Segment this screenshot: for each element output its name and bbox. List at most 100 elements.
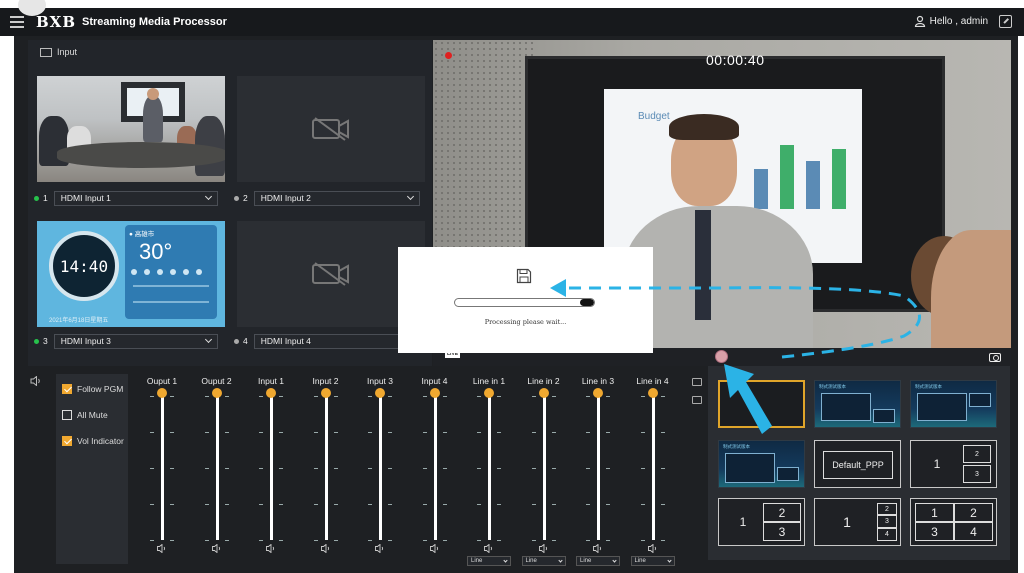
brand-logo: BXB [36, 13, 76, 31]
speaker-icon[interactable] [211, 544, 222, 553]
volume-slider-handle[interactable] [157, 388, 167, 398]
input-1-select[interactable]: HDMI Input 1 [53, 190, 218, 206]
save-icon [516, 268, 532, 284]
volume-slider-track[interactable] [215, 394, 219, 540]
fullscreen-icon[interactable] [999, 15, 1012, 28]
layout-preset-custom-3[interactable]: 制式测试版本 [718, 440, 805, 488]
volume-slider-handle[interactable] [266, 388, 276, 398]
audio-channel-6: Input 4 [410, 374, 460, 568]
snapshot-camera-icon[interactable] [989, 353, 1001, 362]
channel-label: Ouput 2 [201, 376, 232, 386]
vol-indicator-checkbox[interactable]: Vol Indicator [62, 436, 124, 446]
audio-channel-7: Line in 1 Line [464, 374, 514, 568]
line-source-select[interactable]: Line [467, 556, 511, 566]
hamburger-menu-icon[interactable] [10, 16, 24, 28]
volume-slider-handle[interactable] [538, 388, 549, 398]
input-1-preview[interactable] [37, 76, 225, 182]
channel-label: Line in 4 [636, 376, 669, 386]
input-panel-header: Input [40, 47, 77, 57]
layout-preset-custom-2[interactable]: 制式测试版本 [910, 380, 997, 428]
weather-card: ● 高雄市 30° [125, 225, 217, 319]
audio-channel-10: Line in 4 Line [628, 374, 678, 568]
line-source-select[interactable]: Line [521, 556, 566, 566]
speaker-icon[interactable] [593, 544, 603, 553]
speaker-icon[interactable] [375, 544, 385, 553]
volume-slider-track[interactable] [379, 394, 382, 540]
line-source-select[interactable]: Line [630, 556, 675, 566]
weather-temperature: 30° [139, 239, 173, 264]
chevron-down-icon [612, 557, 617, 563]
vol-indicator-label: Vol Indicator [77, 436, 124, 446]
input-2-preview[interactable] [237, 76, 425, 182]
user-greeting: Hello , admin [929, 15, 988, 27]
speaker-icon[interactable] [266, 544, 276, 553]
follow-pgm-checkbox[interactable]: Follow PGM [62, 384, 123, 394]
input-2-select[interactable]: HDMI Input 2 [253, 190, 420, 206]
layout-preset-default-ppp[interactable]: Default_PPP [814, 440, 901, 488]
input-4-preview[interactable] [237, 221, 425, 327]
layout-monitor-icon[interactable] [692, 396, 702, 404]
volume-slider-handle[interactable] [647, 388, 658, 398]
speaker-icon[interactable] [429, 544, 440, 553]
layout-preset-quad[interactable]: 1 2 3 4 [910, 498, 997, 546]
layout-preset-1-2-3-4[interactable]: 1 2 3 4 [814, 498, 901, 546]
input-2-row: 2 HDMI Input 2 [234, 190, 420, 206]
audio-channel-5: Input 3 [355, 374, 405, 568]
layout-screen-icon[interactable] [692, 378, 702, 386]
channel-label: Line in 1 [472, 376, 506, 386]
volume-slider-handle[interactable] [593, 388, 603, 398]
weather-scene-image: 14:40 ● 高雄市 30° 2021年6月18日星期五 [37, 221, 225, 327]
volume-slider-handle[interactable] [429, 388, 440, 398]
volume-slider-track[interactable] [488, 394, 491, 540]
volume-slider-track[interactable] [270, 394, 273, 540]
camera-off-icon [312, 262, 349, 286]
audio-channel-1: Ouput 1 [137, 374, 187, 568]
slide-title: Budget [638, 111, 670, 122]
channel-label: Input 1 [258, 376, 284, 386]
volume-slider-track[interactable] [651, 394, 655, 540]
input-1-index: 1 [43, 193, 48, 203]
speaker-icon[interactable] [538, 544, 549, 553]
layout-preset-selected[interactable] [718, 380, 805, 428]
volume-slider-track[interactable] [542, 394, 546, 540]
volume-slider-track[interactable] [433, 394, 437, 540]
layout-preset-custom-1[interactable]: 制式测试版本 [814, 380, 901, 428]
audio-channel-8: Line in 2 Line [519, 374, 569, 568]
input-3-index: 3 [43, 336, 48, 346]
input-4-name: HDMI Input 4 [260, 336, 311, 346]
volume-slider-track[interactable] [161, 394, 164, 540]
speaker-icon[interactable] [320, 544, 331, 553]
user-menu[interactable]: Hello , admin [914, 15, 988, 27]
layout-preset-1-2-3-wide[interactable]: 1 2 3 [718, 498, 805, 546]
speaker-icon[interactable] [647, 544, 658, 553]
volume-slider-handle[interactable] [211, 388, 222, 398]
volume-slider-track[interactable] [597, 394, 600, 540]
recording-indicator [445, 52, 452, 59]
speaker-icon[interactable] [484, 544, 494, 553]
user-icon [914, 15, 925, 27]
input-3-select[interactable]: HDMI Input 3 [53, 333, 218, 349]
processing-progress-fill [580, 299, 594, 306]
volume-slider-handle[interactable] [484, 388, 494, 398]
app-root: BXB Streaming Media Processor Hello , ad… [0, 0, 1024, 573]
input-4-status-dot [234, 338, 239, 344]
speaker-icon[interactable] [157, 544, 167, 553]
volume-slider-handle[interactable] [375, 388, 385, 398]
record-button[interactable] [715, 350, 728, 363]
layout-preset-1-2-3[interactable]: 1 2 3 [910, 440, 997, 488]
chevron-down-icon [204, 335, 212, 344]
checkbox-checked-icon [62, 384, 72, 394]
all-mute-checkbox[interactable]: All Mute [62, 410, 108, 420]
input-3-row: 3 HDMI Input 3 [34, 333, 218, 349]
volume-slider-handle[interactable] [320, 388, 331, 398]
channel-label: Ouput 1 [146, 376, 178, 386]
input-3-preview[interactable]: 14:40 ● 高雄市 30° 2021年6月18日星期五 [37, 221, 225, 327]
input-4-select[interactable]: HDMI Input 4 [253, 333, 420, 349]
chevron-down-icon [204, 192, 212, 201]
input-folder-icon [40, 47, 52, 57]
audio-channel-9: Line in 3 Line [573, 374, 623, 568]
channel-label: Input 2 [312, 376, 339, 386]
volume-slider-track[interactable] [324, 394, 328, 540]
input-1-status-dot [34, 195, 39, 201]
line-source-select[interactable]: Line [576, 556, 620, 566]
